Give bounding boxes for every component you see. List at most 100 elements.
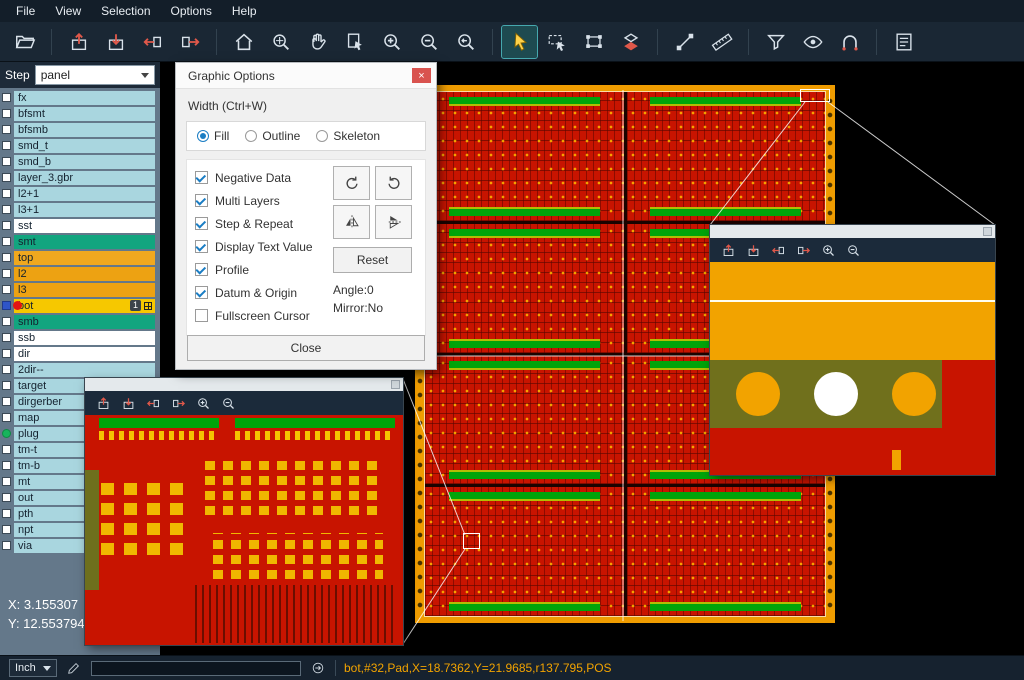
layer-visibility-checkbox[interactable]	[2, 285, 11, 294]
layer-visibility-checkbox[interactable]	[2, 381, 11, 390]
eye-query-button[interactable]	[795, 26, 830, 58]
pointer-select-button[interactable]	[502, 26, 537, 58]
layer-visibility-checkbox[interactable]	[2, 221, 11, 230]
layer-visibility-checkbox[interactable]	[2, 109, 11, 118]
layer-visibility-checkbox[interactable]	[2, 301, 11, 310]
radio-outline[interactable]: Outline	[245, 129, 300, 143]
layer-visibility-checkbox[interactable]	[2, 269, 11, 278]
option-step-repeat[interactable]: Step & Repeat	[195, 212, 333, 235]
layer-visibility-checkbox[interactable]	[2, 365, 11, 374]
layer-visibility-checkbox[interactable]	[2, 413, 11, 422]
zoom-out-button[interactable]	[219, 394, 237, 412]
layer-visibility-checkbox[interactable]	[2, 173, 11, 182]
layer-name-cell[interactable]: dir	[14, 347, 155, 361]
layer-name-cell[interactable]: fx	[14, 91, 155, 105]
report-list-button[interactable]	[886, 26, 921, 58]
layer-row-l2+1[interactable]: l2+1	[0, 186, 160, 201]
layer-visibility-checkbox[interactable]	[2, 157, 11, 166]
layer-visibility-checkbox[interactable]	[2, 237, 11, 246]
layer-row-dir[interactable]: dir	[0, 346, 160, 361]
import-up-button[interactable]	[94, 394, 112, 412]
layer-visibility-checkbox[interactable]	[2, 541, 11, 550]
zoom-out-button[interactable]	[844, 241, 862, 259]
step-dropdown[interactable]: panel	[35, 65, 155, 85]
layer-row-2dir--[interactable]: 2dir--	[0, 362, 160, 377]
radio-circle[interactable]	[316, 130, 328, 142]
window-resize-handle[interactable]	[983, 227, 992, 236]
menu-help[interactable]: Help	[222, 1, 267, 21]
option-datum-origin[interactable]: Datum & Origin	[195, 281, 333, 304]
option-profile[interactable]: Profile	[195, 258, 333, 281]
step-forward-button[interactable]	[794, 241, 812, 259]
reset-button[interactable]: Reset	[333, 247, 412, 273]
filter-funnel-button[interactable]	[758, 26, 793, 58]
rotate-ccw-button[interactable]	[375, 166, 412, 200]
layer-name-cell[interactable]: smd_b	[14, 155, 155, 169]
layer-name-cell[interactable]: 2dir--	[14, 363, 155, 377]
layer-name-cell[interactable]: l2+1	[14, 187, 155, 201]
import-down-button[interactable]	[744, 241, 762, 259]
layer-visibility-checkbox[interactable]	[2, 189, 11, 198]
layer-row-fx[interactable]: fx	[0, 90, 160, 105]
layer-name-cell[interactable]: bfsmt	[14, 107, 155, 121]
layer-visibility-checkbox[interactable]	[2, 461, 11, 470]
import-up-button[interactable]	[719, 241, 737, 259]
layer-row-l2[interactable]: l2	[0, 266, 160, 281]
menu-selection[interactable]: Selection	[91, 1, 160, 21]
rotate-cw-button[interactable]	[333, 166, 370, 200]
layer-row-l3[interactable]: l3	[0, 282, 160, 297]
layer-visibility-checkbox[interactable]	[2, 429, 11, 438]
layer-row-top[interactable]: top	[0, 250, 160, 265]
radio-skeleton[interactable]: Skeleton	[316, 129, 380, 143]
import-up-button[interactable]	[61, 26, 96, 58]
step-back-button[interactable]	[769, 241, 787, 259]
line-tool-button[interactable]	[667, 26, 702, 58]
magnifier-titlebar[interactable]	[710, 225, 995, 238]
layer-name-cell[interactable]: ssb	[14, 331, 155, 345]
layer-visibility-checkbox[interactable]	[2, 141, 11, 150]
open-folder-button[interactable]	[7, 26, 42, 58]
layer-name-cell[interactable]: layer_3.gbr	[14, 171, 155, 185]
graphic-options-dialog[interactable]: Graphic Options × Width (Ctrl+W) FillOut…	[175, 62, 437, 370]
radio-circle[interactable]	[197, 130, 209, 142]
step-back-button[interactable]	[144, 394, 162, 412]
option-fullscreen-cursor[interactable]: Fullscreen Cursor	[195, 304, 333, 327]
layer-name-cell[interactable]: bfsmb	[14, 123, 155, 137]
menu-options[interactable]: Options	[161, 1, 222, 21]
step-forward-button[interactable]	[172, 26, 207, 58]
step-forward-button[interactable]	[169, 394, 187, 412]
close-button[interactable]: Close	[187, 335, 425, 361]
window-resize-handle[interactable]	[391, 380, 400, 389]
layer-visibility-checkbox[interactable]	[2, 317, 11, 326]
layer-name-cell[interactable]: bot1	[14, 299, 155, 313]
import-down-button[interactable]	[119, 394, 137, 412]
step-back-button[interactable]	[135, 26, 170, 58]
layer-name-cell[interactable]: l3+1	[14, 203, 155, 217]
layer-name-cell[interactable]: sst	[14, 219, 155, 233]
compare-layers-button[interactable]	[613, 26, 648, 58]
layer-visibility-checkbox[interactable]	[2, 525, 11, 534]
layer-row-sst[interactable]: sst	[0, 218, 160, 233]
layer-row-smb[interactable]: smb	[0, 314, 160, 329]
layer-visibility-checkbox[interactable]	[2, 445, 11, 454]
layer-name-cell[interactable]: smb	[14, 315, 155, 329]
layer-row-l3+1[interactable]: l3+1	[0, 202, 160, 217]
menu-file[interactable]: File	[6, 1, 45, 21]
layer-row-smt[interactable]: smt	[0, 234, 160, 249]
layer-visibility-checkbox[interactable]	[2, 333, 11, 342]
checkbox[interactable]	[195, 286, 208, 299]
layer-row-smd_t[interactable]: smd_t	[0, 138, 160, 153]
magnifier-view[interactable]	[710, 262, 995, 475]
dialog-close-button[interactable]: ×	[412, 68, 431, 83]
layer-row-bfsmb[interactable]: bfsmb	[0, 122, 160, 137]
layer-row-bot[interactable]: bot1	[0, 298, 160, 313]
option-negative-data[interactable]: Negative Data	[195, 166, 333, 189]
magnifier-window-right[interactable]	[710, 225, 995, 475]
checkbox[interactable]	[195, 263, 208, 276]
checkbox[interactable]	[195, 309, 208, 322]
command-input[interactable]	[91, 661, 301, 676]
layer-row-bfsmt[interactable]: bfsmt	[0, 106, 160, 121]
layer-row-layer_3.gbr[interactable]: layer_3.gbr	[0, 170, 160, 185]
radio-fill[interactable]: Fill	[197, 129, 229, 143]
layer-visibility-checkbox[interactable]	[2, 397, 11, 406]
